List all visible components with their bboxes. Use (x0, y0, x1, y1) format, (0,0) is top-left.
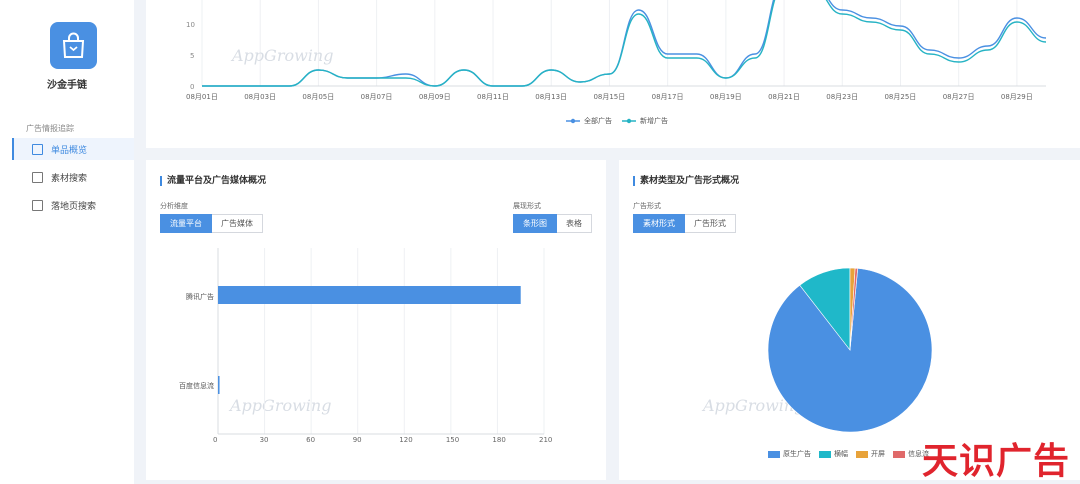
panel-title: 流量平台及广告媒体概况 (160, 176, 266, 186)
legend-label: 开屏 (871, 450, 885, 458)
sidebar-item-label: 素材搜索 (51, 173, 88, 184)
sidebar-item-product-overview[interactable]: 单品概览 (12, 138, 134, 160)
brand-overlay: 天识广告 (922, 441, 1071, 482)
bar-chart-button[interactable]: 条形图 (513, 214, 557, 233)
material-form-button[interactable]: 素材形式 (633, 214, 685, 233)
legend-item-banner[interactable]: 横幅 (819, 449, 848, 459)
x-tick-label: 08月11日 (477, 93, 509, 101)
image-icon (32, 171, 43, 183)
trend-legend: 全部广告 新增广告 (566, 116, 668, 126)
legend-swatch (856, 450, 868, 458)
legend-item-native[interactable]: 原生广告 (768, 449, 811, 459)
ad-form-toggle: 素材形式 广告形式 (633, 214, 736, 233)
shopping-bag-icon (62, 32, 85, 58)
bar-tick-label: 210 (539, 436, 553, 444)
x-tick-label: 08月19日 (709, 93, 742, 101)
section-label: 广告情报追踪 (26, 124, 74, 133)
legend-label: 全部广告 (584, 117, 612, 125)
legend-item-splash[interactable]: 开屏 (856, 449, 885, 459)
bar-tick-label: 150 (445, 436, 460, 444)
display-label: 展现形式 (513, 202, 541, 210)
bar-tick-label: 0 (213, 436, 218, 444)
app-logo[interactable] (50, 22, 97, 69)
shop-icon (32, 143, 43, 155)
legend-swatch (893, 450, 905, 458)
panel-title: 素材类型及广告形式概况 (633, 176, 739, 186)
sidebar: 沙金手链 广告情报追踪 单品概览 素材搜索 落地页搜索 (0, 0, 134, 484)
x-tick-label: 08月05日 (302, 93, 335, 101)
legend-item-all-ads[interactable]: 全部广告 (566, 116, 612, 126)
ad-media-button[interactable]: 广告媒体 (212, 214, 263, 233)
dimension-toggle: 流量平台 广告媒体 (160, 214, 263, 233)
legend-label: 新增广告 (640, 117, 668, 125)
traffic-platform-button[interactable]: 流量平台 (160, 214, 212, 233)
series-line-new-ads (201, 0, 1047, 87)
bar-tick-label: 30 (259, 436, 269, 444)
bar-tick-label: 60 (306, 436, 316, 444)
x-tick-label: 08月23日 (826, 93, 859, 101)
sidebar-item-label: 落地页搜索 (51, 201, 97, 212)
legend-marker-icon (622, 118, 636, 124)
x-tick-label: 08月17日 (651, 93, 684, 101)
material-pie-chart (767, 267, 933, 433)
bar-category-label: 腾讯广告 (186, 293, 214, 301)
ad-form-button[interactable]: 广告形式 (685, 214, 736, 233)
sidebar-item-label: 单品概览 (51, 145, 88, 156)
watermark: AppGrowing (232, 46, 334, 65)
dimension-label: 分析维度 (160, 202, 188, 210)
bar-category-label: 百度信息流 (179, 382, 214, 390)
bar (218, 376, 220, 394)
legend-swatch (819, 450, 831, 458)
x-tick-label: 08月03日 (244, 93, 277, 101)
app-name: 沙金手链 (47, 80, 87, 91)
legend-swatch (768, 450, 780, 458)
x-tick-label: 08月27日 (942, 93, 975, 101)
x-tick-label: 08月09日 (418, 93, 451, 101)
ad-form-label: 广告形式 (633, 202, 661, 210)
trend-panel: 10 5 0 08月01日 08月03日 08月05日 08月07日 08月09日 08月… (146, 0, 1080, 148)
bar-tick-label: 180 (492, 436, 506, 444)
legend-label: 横幅 (834, 450, 848, 458)
x-tick-label: 08月07日 (360, 93, 393, 101)
pie-legend: 原生广告 横幅 开屏 信息流 (768, 449, 929, 459)
x-tick-label: 08月25日 (884, 93, 917, 101)
page-icon (32, 199, 43, 211)
legend-label: 原生广告 (783, 450, 811, 458)
display-toggle: 条形图 表格 (513, 214, 592, 233)
legend-marker-icon (566, 118, 580, 124)
sidebar-item-material-search[interactable]: 素材搜索 (12, 166, 134, 188)
x-tick-label: 08月29日 (1000, 93, 1033, 101)
x-tick-label: 08月15日 (593, 93, 626, 101)
bar-tick-label: 120 (399, 436, 413, 444)
x-tick-label: 08月01日 (186, 93, 218, 101)
sidebar-item-landing-page-search[interactable]: 落地页搜索 (12, 194, 134, 216)
platform-bar-chart (217, 248, 545, 435)
table-button[interactable]: 表格 (557, 214, 592, 233)
x-tick-label: 08月13日 (535, 93, 568, 101)
bar (218, 286, 521, 304)
legend-item-new-ads[interactable]: 新增广告 (622, 116, 668, 126)
x-tick-label: 08月21日 (768, 93, 800, 101)
bar-tick-label: 90 (352, 436, 362, 444)
